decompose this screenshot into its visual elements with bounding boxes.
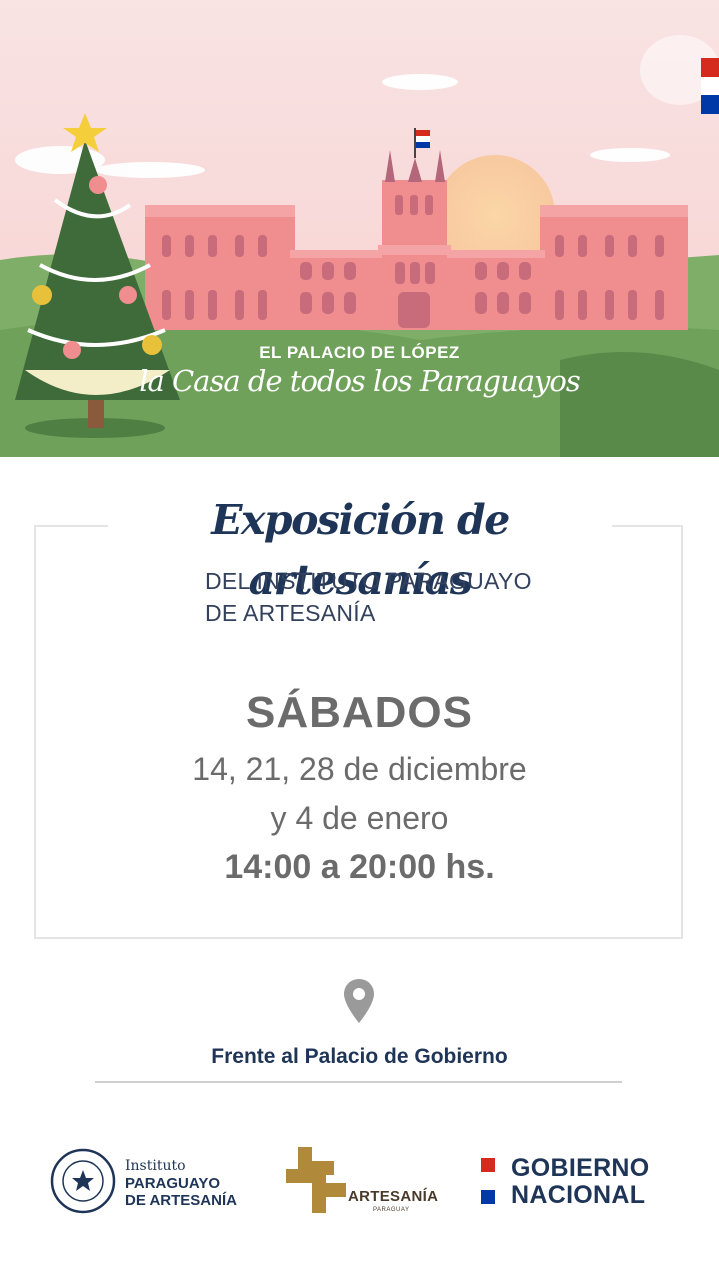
event-dates-line1: 14, 21, 28 de diciembre: [192, 751, 527, 787]
event-dates-line2: y 4 de enero: [270, 800, 449, 836]
artesania-logo-icon: [286, 1147, 346, 1213]
gobierno-red-square: [481, 1158, 495, 1172]
gobierno-line1: GOBIERNO: [511, 1154, 650, 1182]
event-days: SÁBADOS: [245, 688, 474, 737]
event-subtitle-line1: DEL INSTITUTO PARAGUAYO: [205, 568, 532, 594]
map-pin-icon: [344, 979, 374, 1023]
event-hours: 14:00 a 20:00 hs.: [224, 848, 495, 886]
paraguay-flag-icon: [701, 58, 719, 114]
gobierno-line2: NACIONAL: [511, 1181, 646, 1209]
ipa-logo-text: Instituto PARAGUAYO DE ARTESANÍA: [125, 1158, 237, 1209]
hero-title: EL PALACIO DE LÓPEZ: [259, 343, 460, 362]
location-text: Frente al Palacio de Gobierno: [211, 1045, 508, 1068]
artesania-word: ARTESANÍA: [348, 1188, 439, 1205]
gobierno-nacional-logo: GOBIERNO NACIONAL: [511, 1155, 650, 1209]
event-subtitle-line2: DE ARTESANÍA: [205, 600, 376, 626]
gobierno-blue-square: [481, 1190, 495, 1204]
hero-subtitle: la Casa de todos los Paraguayos: [139, 364, 581, 398]
divider: [95, 1081, 622, 1083]
ipa-line1: Instituto: [125, 1158, 186, 1174]
hero-illustration: EL PALACIO DE LÓPEZ la Casa de todos los…: [0, 0, 719, 457]
ipa-line3: DE ARTESANÍA: [125, 1192, 237, 1209]
republic-seal-logo: [50, 1148, 116, 1214]
ipa-line2: PARAGUAYO: [125, 1175, 221, 1192]
artesania-small: PARAGUAY: [373, 1207, 410, 1213]
